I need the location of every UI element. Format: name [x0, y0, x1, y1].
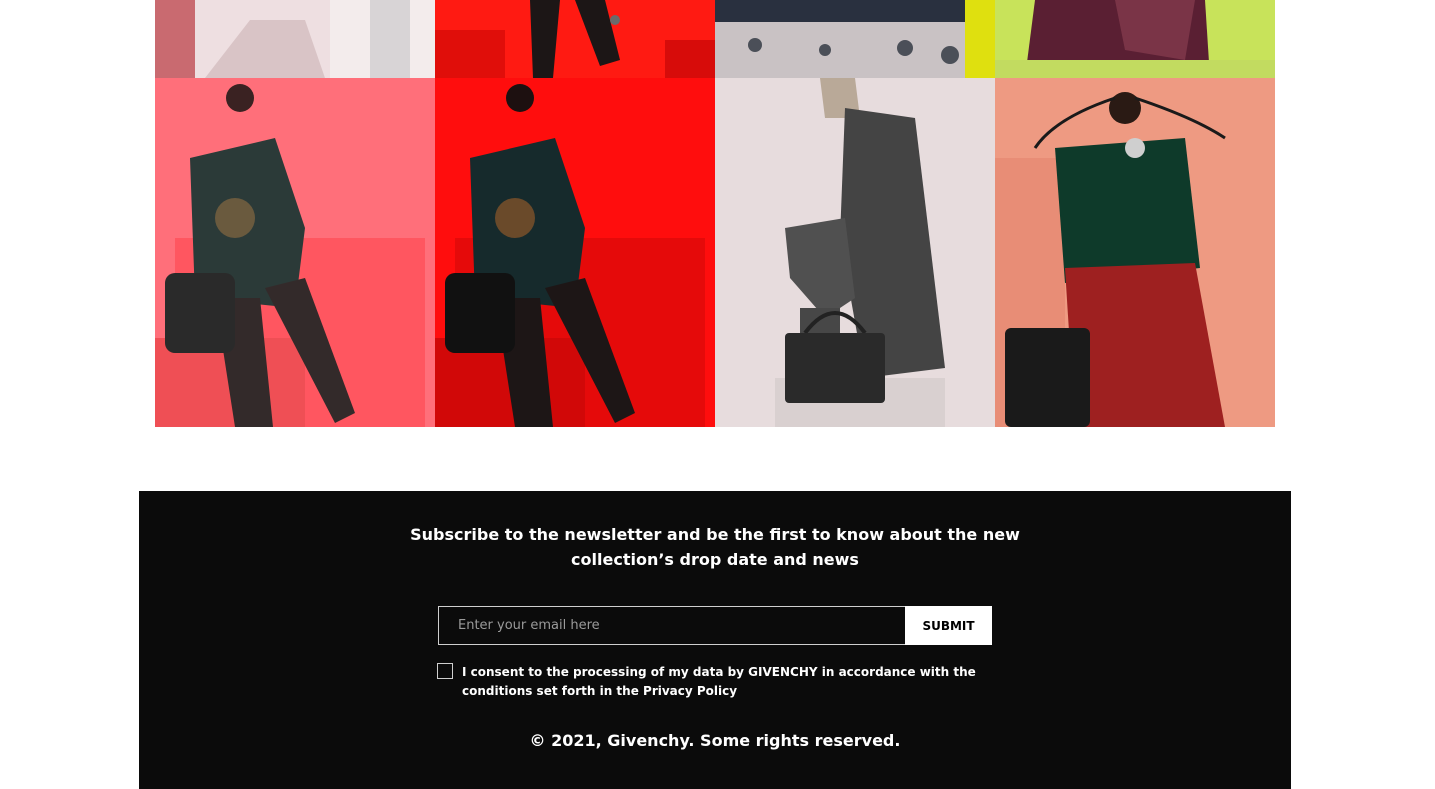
look-image-3[interactable]: [715, 0, 995, 78]
newsletter-headline-line-2: collection’s drop date and news: [571, 550, 859, 569]
look-image-4[interactable]: [995, 0, 1275, 78]
newsletter-headline: Subscribe to the newsletter and be the f…: [139, 522, 1291, 572]
consent-label-line-2: conditions set forth in the Privacy Poli…: [462, 684, 738, 698]
look-image-7[interactable]: [715, 78, 995, 427]
consent-checkbox[interactable]: [437, 663, 453, 679]
newsletter-footer: Subscribe to the newsletter and be the f…: [139, 491, 1291, 789]
look-image-2[interactable]: [435, 0, 715, 78]
copyright-text: © 2021, Givenchy. Some rights reserved.: [529, 731, 901, 750]
email-input[interactable]: [438, 606, 906, 645]
look-image-8[interactable]: [995, 78, 1275, 427]
look-image-6[interactable]: [435, 78, 715, 427]
lookbook-gallery: [155, 0, 1275, 427]
look-image-5[interactable]: [155, 78, 435, 427]
newsletter-form: SUBMIT: [438, 606, 992, 645]
look-image-1[interactable]: [155, 0, 435, 78]
consent-label-line-1: I consent to the processing of my data b…: [462, 665, 976, 679]
newsletter-headline-line-1: Subscribe to the newsletter and be the f…: [410, 525, 1020, 544]
consent-label: I consent to the processing of my data b…: [462, 663, 982, 701]
submit-button[interactable]: SUBMIT: [905, 606, 992, 645]
